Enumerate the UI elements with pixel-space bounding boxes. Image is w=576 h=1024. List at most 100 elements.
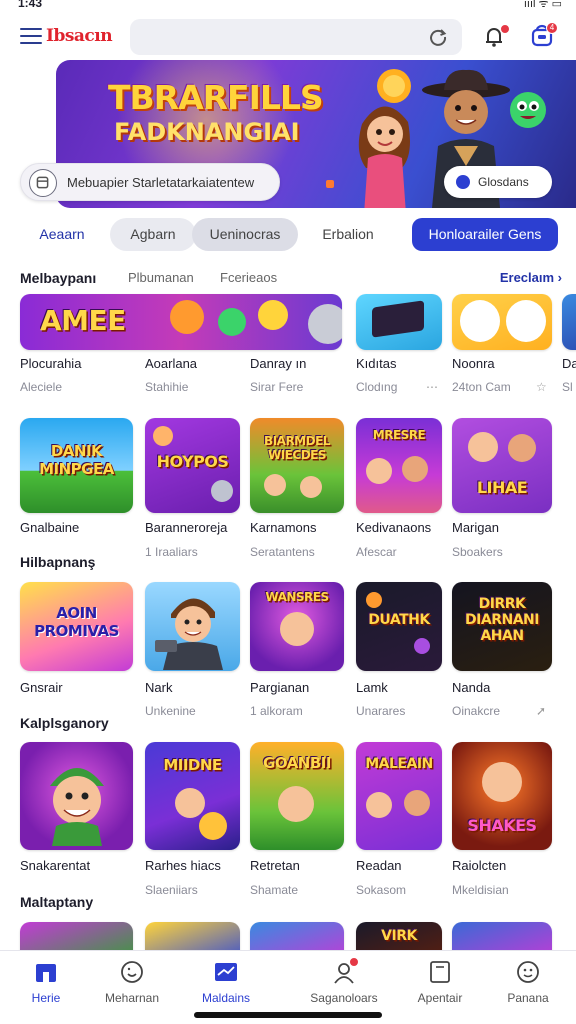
game-name: Rarhes hiacs — [145, 858, 221, 873]
game-tile[interactable]: DIRRK DIARNANI AHAN — [452, 582, 552, 671]
game-tile[interactable]: MIIDNE — [145, 742, 240, 850]
smile-icon — [119, 959, 145, 985]
top-header: Ibsacın 4 — [0, 14, 576, 60]
more-icon[interactable]: ⋯ — [426, 380, 438, 394]
game-tile[interactable]: DUATHK — [356, 582, 442, 671]
game-subtitle: Slaeniiars — [145, 883, 198, 897]
game-tile[interactable]: MALEAIN — [356, 742, 442, 850]
game-art-title: GOANBII — [263, 754, 331, 772]
game-art-title: LIHAE — [476, 478, 528, 497]
nav-home[interactable]: Herie — [6, 959, 86, 1005]
tab-3[interactable]: Ueninocras — [192, 218, 298, 251]
game-art-title: MRESRE — [372, 428, 426, 442]
search-input[interactable] — [130, 19, 462, 55]
game-art-title: DUATHK — [368, 612, 430, 628]
star-icon[interactable]: ☆ — [536, 380, 547, 394]
game-subtitle: 24ton Cam — [452, 380, 511, 394]
game-subtitle: Sirar Fere — [250, 380, 304, 394]
game-subtitle: Shamate — [250, 883, 299, 897]
game-tile[interactable] — [356, 294, 442, 350]
section-title-2: Hilbapnanş — [20, 554, 96, 570]
game-tile[interactable]: HOYPOS — [145, 418, 240, 513]
game-name: Snakarentat — [20, 858, 91, 873]
banner-cta-label: Glosdans — [478, 175, 529, 189]
tab-1[interactable]: Aeaarn — [22, 218, 102, 251]
game-subtitle: Sokasom — [356, 883, 407, 897]
game-tile[interactable] — [145, 582, 240, 671]
game-subtitle: Sboakers — [452, 545, 503, 559]
section-title-3: Kalplsganory — [20, 715, 109, 731]
game-tile[interactable] — [452, 294, 552, 350]
cart-button[interactable]: 4 — [528, 22, 558, 50]
app-screen: 1:43 ıııl ᯤ ▭ Ibsacın 4 TBRARFILLS FADKN… — [0, 0, 576, 1024]
user-icon — [331, 957, 359, 985]
game-name: Retretan — [250, 858, 300, 873]
game-subtitle: Unarares — [356, 704, 406, 718]
nav-sixth-label: Panana — [507, 991, 549, 1005]
tab-5[interactable]: Honloarailer Gens — [412, 218, 558, 251]
nav-fifth[interactable]: Apentair — [400, 959, 480, 1005]
game-name: Baranneroreja — [145, 520, 228, 535]
banner-cta-button[interactable]: Glosdans — [444, 166, 552, 198]
nav-fifth-label: Apentair — [417, 991, 463, 1005]
box-icon — [29, 169, 57, 197]
game-name: Aoarlana — [145, 356, 198, 371]
nav-fourth[interactable]: Saganoloars — [304, 957, 384, 1005]
game-tile[interactable]: DANIK MINPGEA — [20, 418, 133, 513]
share-icon[interactable]: ➚ — [536, 704, 546, 718]
game-name: Pargianan — [250, 680, 310, 695]
game-tile[interactable] — [20, 742, 133, 850]
game-art-title: MIIDNE — [163, 756, 222, 774]
game-subtitle: Clodıng — [356, 380, 398, 394]
game-tile[interactable]: SHAKES — [452, 742, 552, 850]
game-name: Gnalbaine — [20, 520, 80, 535]
nav-second[interactable]: Meharnan — [92, 959, 172, 1005]
status-time: 1:43 — [18, 0, 43, 10]
game-tile[interactable]: GOANBII — [250, 742, 344, 850]
game-tile[interactable]: MRESRE — [356, 418, 442, 513]
game-tile[interactable]: AOIN PROMIVAS — [20, 582, 133, 671]
cart-badge: 4 — [546, 22, 558, 34]
game-art-title: DANIK MINPGEA — [39, 442, 114, 478]
game-tile[interactable]: BIARMDEL WIECDES — [250, 418, 344, 513]
notification-button[interactable] — [480, 22, 510, 50]
nav-sixth[interactable]: Panana — [488, 959, 568, 1005]
game-name: Kedivanaons — [356, 520, 432, 535]
game-subtitle: Sl — [562, 380, 573, 394]
game-name: Noonra — [452, 356, 495, 371]
nav-third[interactable]: Maldains — [186, 959, 266, 1005]
game-tile[interactable]: WANSRES — [250, 582, 344, 671]
game-subtitle: Oinakcre — [452, 704, 501, 718]
nav-fourth-label: Saganoloars — [310, 991, 378, 1005]
nav-home-label: Herie — [31, 991, 61, 1005]
see-all-link[interactable]: Ereclaım › — [500, 270, 562, 285]
game-name: Kıdıtas — [356, 356, 397, 371]
app-logo[interactable]: Ibsacın — [46, 26, 113, 46]
game-tile[interactable]: LIHAE — [452, 418, 552, 513]
green-monster-illustration — [510, 92, 546, 128]
nav-badge — [349, 957, 359, 967]
notification-badge — [500, 24, 510, 34]
section-title-4: Maltaptany — [20, 894, 94, 910]
game-art-title: SHAKES — [467, 816, 537, 835]
tab-4[interactable]: Erbalion — [304, 218, 392, 251]
refresh-icon[interactable] — [428, 27, 448, 47]
section-subtab-2[interactable]: Fcerieaos — [220, 270, 277, 285]
game-tile-wide[interactable]: AMEE — [20, 294, 342, 350]
tab-2[interactable]: Agbarn — [110, 218, 196, 251]
home-indicator[interactable] — [194, 1012, 382, 1018]
status-bar: 1:43 ıııl ᯤ ▭ — [0, 0, 576, 14]
girl-character-illustration — [358, 106, 410, 208]
section-subtab-1[interactable]: Plbumanan — [128, 270, 194, 285]
banner-title: TBRARFILLS — [108, 78, 324, 117]
game-tile[interactable] — [562, 294, 576, 350]
game-subtitle: 1 alkoram — [250, 704, 303, 718]
game-name: Nanda — [452, 680, 491, 695]
gold-coin-illustration — [377, 69, 411, 103]
banner-search-field[interactable]: Mebuapier Starletatarkaiatentew — [20, 163, 280, 201]
banner-subtitle: FADKNANGIAI — [114, 118, 300, 146]
game-art-title: VIRK — [381, 928, 417, 944]
menu-icon[interactable] — [20, 28, 42, 44]
elf-character-illustration — [50, 768, 104, 846]
game-name: Plocurahia — [20, 356, 82, 371]
